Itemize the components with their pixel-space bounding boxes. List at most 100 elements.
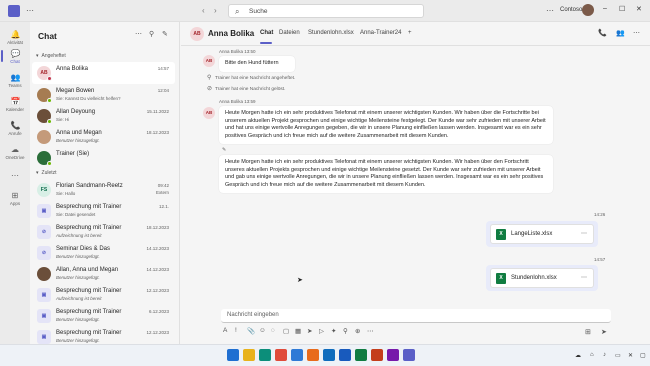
more-options-icon[interactable]: ⋯ — [135, 30, 142, 38]
back-icon[interactable]: ‹ — [202, 6, 205, 15]
chat-preview: Sie: Hi — [56, 117, 70, 122]
message-bubble[interactable]: Bitte den Hund füttern — [219, 56, 295, 72]
composer-tool-icon[interactable]: A — [223, 327, 227, 334]
chat-list-item[interactable]: Megan Bowen Sie: Kannst Du vielleicht hel… — [32, 84, 175, 106]
send-icon[interactable]: ➤ — [601, 328, 607, 336]
composer-tool-icon[interactable]: ⊕ — [355, 327, 360, 335]
notification-icon[interactable]: ▢ — [640, 352, 646, 359]
message-bubble[interactable]: Heute Morgen hatte ich ein sehr produkti… — [219, 155, 553, 193]
chrome-icon[interactable] — [275, 349, 287, 361]
chat-list-item[interactable]: ⊘ Besprechung mit Trainer Aufzeichnung ist… — [32, 221, 175, 243]
chat-list-item[interactable]: AB Anna Bolika 14:57 — [32, 62, 175, 84]
file-name[interactable]: Stundenlohn.xlsx — [511, 275, 557, 281]
composer-tool-icon[interactable]: ▦ — [295, 327, 301, 335]
tab-stundenlohn[interactable]: Stundenlohn.xlsx — [308, 30, 354, 36]
people-icon[interactable]: 👥 — [616, 29, 625, 37]
chat-list-item[interactable]: ▣ Besprechung mit Trainer Aufzeichnung ist… — [32, 284, 175, 306]
composer-tool-icon[interactable]: ! — [235, 327, 237, 334]
user-avatar[interactable] — [582, 4, 594, 16]
chat-list-item[interactable]: Allan, Anna und Megan Benutzer hinzugefüg… — [32, 263, 175, 285]
composer-tool-icon[interactable]: ▢ — [283, 327, 289, 335]
composer-tool-icon[interactable]: ⋯ — [367, 327, 374, 335]
composer-tool-icon[interactable]: ☺ — [259, 327, 266, 334]
org-name[interactable]: Contoso — [560, 7, 582, 13]
rail-item-7[interactable]: ⊞ Apps — [0, 191, 30, 206]
recent-section-header[interactable]: ▾ Zuletzt — [36, 170, 57, 176]
avatar: FS — [37, 183, 51, 197]
tab-anna-trainer24[interactable]: Anna-Trainer24 — [360, 30, 401, 36]
filter-icon[interactable]: ⚲ — [149, 30, 154, 38]
sender-avatar[interactable]: AB — [203, 55, 215, 67]
tab-files[interactable]: Dateien — [279, 30, 300, 36]
chat-list-item[interactable]: ▣ Besprechung mit Trainer Benutzer hinzuge… — [32, 305, 175, 327]
cloud-icon[interactable]: ☁ — [575, 352, 581, 359]
powerpoint-icon[interactable] — [371, 349, 383, 361]
battery-icon[interactable]: ▭ — [615, 352, 621, 359]
minimize-icon[interactable]: – — [603, 5, 607, 12]
chat-list-item[interactable]: ▣ Besprechung mit Trainer Sie: Datei gesen… — [32, 200, 175, 222]
outlook-icon[interactable] — [323, 349, 335, 361]
loop-icon[interactable]: ⊞ — [585, 328, 591, 336]
maximize-icon[interactable]: ☐ — [619, 5, 625, 13]
chat-preview: Benutzer hinzugefügt. — [56, 138, 100, 143]
composer-tool-icon[interactable]: ✦ — [331, 327, 336, 335]
more-icon[interactable]: ⋯ — [26, 6, 35, 15]
message-bubble[interactable]: Heute Morgen hatte ich ein sehr produkti… — [219, 106, 553, 144]
pinned-section-header[interactable]: ▾ Angeheftet — [36, 53, 66, 59]
file-attachment[interactable]: X LangeListe.xlsx ⋯ — [486, 221, 598, 247]
tab-chat[interactable]: Chat — [260, 30, 273, 36]
store-icon[interactable] — [291, 349, 303, 361]
forward-icon[interactable]: › — [214, 6, 217, 15]
sender-avatar[interactable]: AB — [203, 107, 215, 119]
rail-item-5[interactable]: ☁ OneDrive — [0, 145, 30, 160]
composer-tool-icon[interactable]: ➤ — [307, 327, 312, 335]
rail-item-0[interactable]: 🔔 Aktivität — [0, 30, 30, 45]
chat-more-icon[interactable]: ⋯ — [633, 29, 640, 37]
file-more-icon[interactable]: ⋯ — [581, 230, 587, 237]
chat-list-panel: Chat ⋯ ⚲ ✎ ▾ Angeheftet ▾ Zuletzt AB Anna B… — [30, 22, 180, 344]
file-name[interactable]: LangeListe.xlsx — [511, 231, 552, 237]
start-icon[interactable] — [227, 349, 239, 361]
chat-list-item[interactable]: Trainer (Sie) — [32, 147, 175, 169]
edge-icon[interactable] — [259, 349, 271, 361]
chat-main: AB Anna Bolika Chat Dateien Stundenlohn.… — [181, 22, 650, 344]
system-message: ⊘ Trainer hat eine Nachricht gelöst. — [207, 86, 286, 92]
firefox-icon[interactable] — [307, 349, 319, 361]
chat-list-item[interactable]: ⊘ Seminar Dies & Das Benutzer hinzugefügt.… — [32, 242, 175, 264]
excel-icon[interactable] — [355, 349, 367, 361]
file-explorer-icon[interactable] — [243, 349, 255, 361]
network-icon[interactable]: ⌂ — [590, 352, 594, 358]
teams-icon[interactable] — [403, 349, 415, 361]
new-chat-icon[interactable]: ✎ — [162, 30, 168, 38]
onenote-icon[interactable] — [387, 349, 399, 361]
mute-icon[interactable]: ✕ — [628, 352, 633, 359]
add-tab-icon[interactable]: + — [408, 30, 412, 36]
chat-list-item[interactable]: FS Florian Sandmann-Reetz Sie: Hallo 09:42 E… — [32, 179, 175, 201]
chat-list-item[interactable]: Allan Deyoung Sie: Hi 15.11.2022 — [32, 105, 175, 127]
rail-item-2[interactable]: 👥 Teams — [0, 73, 30, 88]
close-icon[interactable]: ✕ — [636, 5, 642, 13]
composer-tool-icon[interactable]: ▷ — [319, 327, 324, 335]
chat-list-item[interactable]: Anna und Megan Benutzer hinzugefügt. 18.12… — [32, 126, 175, 148]
call-icon[interactable]: 📞 — [598, 29, 607, 37]
rail-icon: 📞 — [10, 121, 21, 130]
file-more-icon[interactable]: ⋯ — [581, 274, 587, 281]
rail-item-6[interactable]: ⋯ — [0, 171, 30, 180]
contact-name[interactable]: Anna Bolika — [208, 29, 254, 38]
composer-tool-icon[interactable]: ⚲ — [343, 327, 348, 335]
rail-item-3[interactable]: 📅 Kalender — [0, 97, 30, 112]
contact-avatar[interactable]: AB — [190, 27, 204, 41]
word-icon[interactable] — [339, 349, 351, 361]
settings-more-icon[interactable]: ⋯ — [546, 6, 554, 15]
chat-name: Besprechung mit Trainer — [56, 288, 122, 294]
speaker-icon[interactable]: ♪ — [603, 352, 606, 358]
composer-tool-icon[interactable]: ◌ — [271, 327, 275, 334]
rail-item-1[interactable]: 💬 Chat — [0, 49, 30, 64]
chat-name: Allan Deyoung — [56, 109, 96, 115]
message-composer[interactable]: Nachricht eingeben — [221, 309, 611, 323]
composer-tool-icon[interactable]: 📎 — [247, 327, 255, 335]
file-attachment[interactable]: X Stundenlohn.xlsx ⋯ — [486, 265, 598, 291]
rail-item-4[interactable]: 📞 Anrufe — [0, 121, 30, 136]
rail-label: Aktivität — [7, 40, 23, 45]
search-input[interactable]: ⌕ Suche — [228, 4, 424, 18]
